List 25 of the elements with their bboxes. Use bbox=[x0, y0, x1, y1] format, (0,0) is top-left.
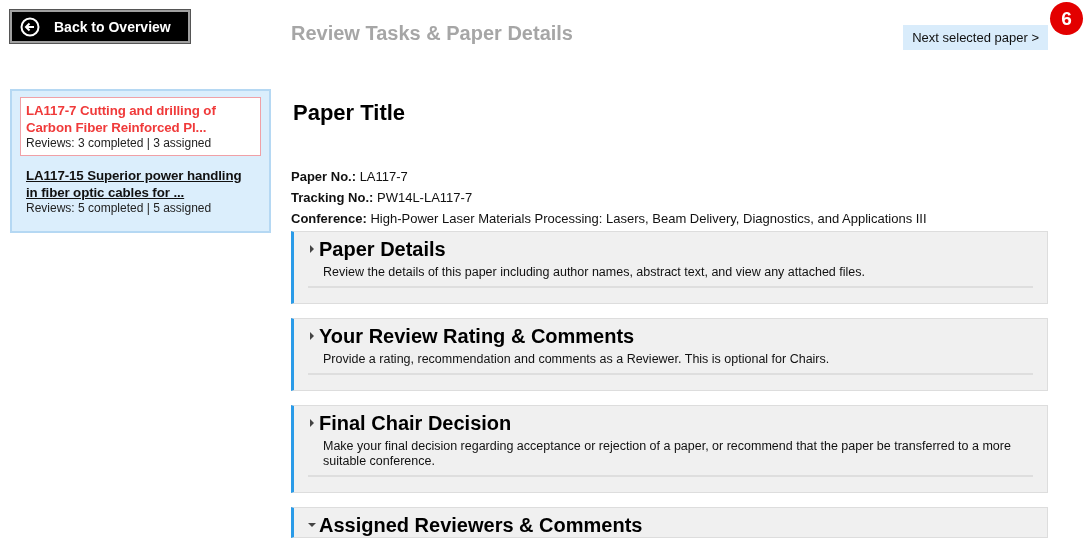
caret-icon bbox=[308, 419, 316, 427]
caret-icon bbox=[308, 245, 316, 253]
paper-link[interactable]: LA117-7 Cutting and drilling of Carbon Fiber Reinforced Pl... bbox=[26, 102, 255, 136]
section-title[interactable]: Paper Details bbox=[319, 237, 446, 261]
section-description: Make your final decision regarding acceptance or rejection of a paper, or recommend that the paper be transferred to a more suitable conference. bbox=[323, 439, 1012, 470]
detail-line: Paper No.: LA117-7 bbox=[291, 168, 409, 186]
review-count: Reviews: 5 completed | 5 assigned bbox=[26, 201, 213, 216]
paper-item[interactable]: LA117-15 Superior power handling in fiber optic cables for ... Reviews: 5 completed | 5 assigned bbox=[20, 162, 261, 221]
section-description: Provide a rating, recommendation and comments as a Reviewer. This is optional for Chairs. bbox=[323, 352, 831, 368]
detail-line: Tracking No.: PW14L-LA117-7 bbox=[291, 189, 474, 207]
section-title[interactable]: Final Chair Decision bbox=[319, 411, 512, 435]
section-title[interactable]: Assigned Reviewers & Comments bbox=[319, 513, 643, 537]
caret-icon bbox=[308, 332, 316, 340]
selected-paper-item[interactable]: LA117-7 Cutting and drilling of Carbon Fiber Reinforced Pl... Reviews: 3 completed | 3 assigned bbox=[20, 97, 261, 156]
detail-line: Conference: High-Power Laser Materials Processing: Lasers, Beam Delivery, Diagnostics, and Applications III bbox=[291, 210, 928, 228]
section-title[interactable]: Your Review Rating & Comments bbox=[319, 324, 635, 348]
paper-heading: Paper Title bbox=[293, 100, 407, 126]
back-to-overview-button[interactable]: Back to Overview bbox=[10, 10, 190, 43]
review-count: Reviews: 3 completed | 3 assigned bbox=[26, 136, 213, 151]
page-title: Review Tasks & Paper Details bbox=[291, 22, 573, 45]
section-description: Review the details of this paper including author names, abstract text, and view any attached files. bbox=[323, 265, 866, 281]
step-badge: 6 bbox=[1050, 2, 1083, 35]
caret-icon bbox=[308, 521, 316, 529]
paper-link[interactable]: LA117-15 Superior power handling in fiber optic cables for ... bbox=[26, 167, 255, 201]
next-paper-button[interactable]: Next selected paper > bbox=[903, 25, 1048, 50]
